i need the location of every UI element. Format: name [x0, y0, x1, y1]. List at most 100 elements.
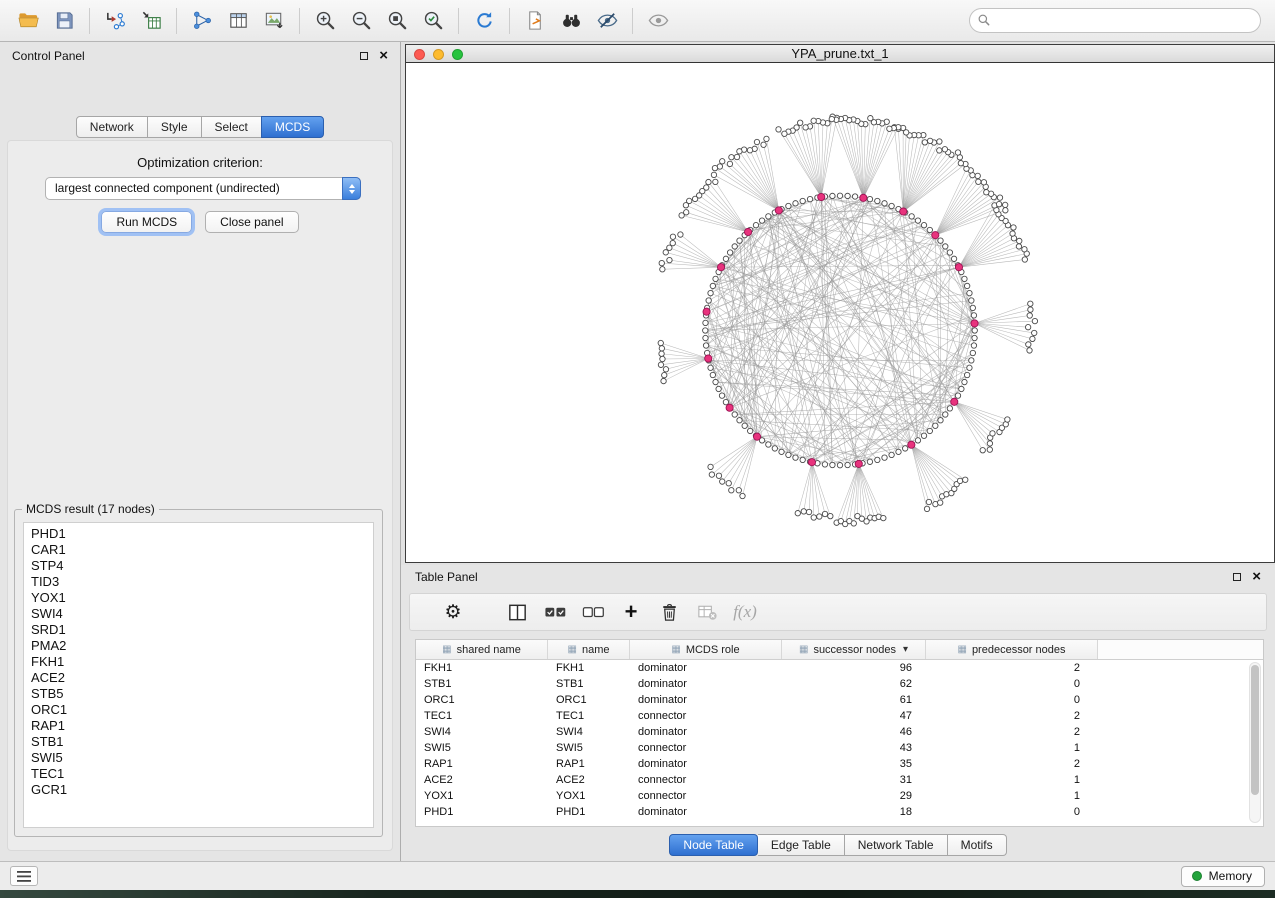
memory-button[interactable]: Memory: [1181, 866, 1265, 887]
run-mcds-button[interactable]: Run MCDS: [101, 211, 192, 233]
column-type-icon: ▦: [442, 645, 451, 655]
toolbar-separator: [458, 8, 459, 34]
tab-network[interactable]: Network: [76, 116, 148, 138]
status-menu-button[interactable]: [10, 866, 38, 886]
zoom-out-button[interactable]: [343, 6, 379, 36]
mcds-result-item[interactable]: STB1: [31, 734, 373, 750]
desktop-wallpaper-strip: [0, 890, 1275, 898]
table-delete-icon: [696, 601, 719, 624]
table-row[interactable]: STB1 STB1 dominator 62 0: [416, 676, 1263, 692]
column-header-name[interactable]: ▦ name: [548, 640, 630, 659]
select-value: largest connected component (undirected): [55, 181, 280, 195]
mcds-result-item[interactable]: RAP1: [31, 718, 373, 734]
mcds-result-item[interactable]: ORC1: [31, 702, 373, 718]
cell-mcds-role: dominator: [630, 806, 782, 818]
mcds-result-item[interactable]: SWI4: [31, 606, 373, 622]
mcds-result-item[interactable]: PMA2: [31, 638, 373, 654]
window-minimize-button[interactable]: [433, 49, 444, 60]
select-stepper-icon: [342, 177, 361, 200]
column-header-shared-name[interactable]: ▦ shared name: [416, 640, 548, 659]
mcds-result-item[interactable]: YOX1: [31, 590, 373, 606]
unselect-all-columns-button[interactable]: [574, 597, 612, 627]
window-maximize-button[interactable]: [452, 49, 463, 60]
tab-style[interactable]: Style: [148, 116, 202, 138]
save-icon: [53, 9, 76, 32]
mcds-result-item[interactable]: TEC1: [31, 766, 373, 782]
cell-name: FKH1: [548, 662, 630, 674]
save-session-button[interactable]: [46, 6, 82, 36]
mcds-result-item[interactable]: CAR1: [31, 542, 373, 558]
network-graph-svg[interactable]: [406, 64, 1274, 562]
table-row[interactable]: SWI4 SWI4 dominator 46 2: [416, 724, 1263, 740]
mcds-result-item[interactable]: GCR1: [31, 782, 373, 798]
zoom-selected-button[interactable]: [415, 6, 451, 36]
new-network-button[interactable]: [184, 6, 220, 36]
mcds-result-item[interactable]: TID3: [31, 574, 373, 590]
new-table-button[interactable]: [220, 6, 256, 36]
table-row[interactable]: ORC1 ORC1 dominator 61 0: [416, 692, 1263, 708]
mcds-result-item[interactable]: STP4: [31, 558, 373, 574]
create-column-button[interactable]: +: [612, 597, 650, 627]
toolbar-separator: [299, 8, 300, 34]
find-button[interactable]: [553, 6, 589, 36]
import-network-button[interactable]: [97, 6, 133, 36]
function-builder-button[interactable]: f(x): [726, 597, 764, 627]
sort-caret-icon: ▾: [903, 645, 908, 655]
cell-predecessor-nodes: 0: [926, 678, 1098, 690]
cell-shared-name: SWI5: [416, 742, 548, 754]
toggle-columns-button[interactable]: [498, 597, 536, 627]
close-table-panel-icon[interactable]: ×: [1252, 572, 1261, 582]
table-scrollbar[interactable]: [1249, 662, 1261, 823]
mcds-result-item[interactable]: SRD1: [31, 622, 373, 638]
select-all-columns-button[interactable]: [536, 597, 574, 627]
hide-details-button[interactable]: [589, 6, 625, 36]
optimization-criterion-select[interactable]: largest connected component (undirected): [45, 177, 361, 200]
table-row[interactable]: ACE2 ACE2 connector 31 1: [416, 772, 1263, 788]
tab-node-table[interactable]: Node Table: [669, 834, 758, 856]
mcds-result-item[interactable]: STB5: [31, 686, 373, 702]
columns-icon: [506, 601, 529, 624]
float-table-panel-icon[interactable]: [1233, 573, 1241, 581]
close-panel-button[interactable]: Close panel: [205, 211, 298, 233]
tab-motifs[interactable]: Motifs: [948, 834, 1007, 856]
network-canvas[interactable]: [406, 64, 1274, 562]
tab-mcds[interactable]: MCDS: [261, 116, 324, 138]
table-row[interactable]: PHD1 PHD1 dominator 18 0: [416, 804, 1263, 820]
network-window-titlebar[interactable]: YPA_prune.txt_1: [406, 45, 1274, 63]
tab-network-table[interactable]: Network Table: [845, 834, 948, 856]
mcds-result-item[interactable]: FKH1: [31, 654, 373, 670]
table-row[interactable]: SWI5 SWI5 connector 43 1: [416, 740, 1263, 756]
table-settings-button[interactable]: ⚙: [434, 597, 472, 627]
window-close-button[interactable]: [414, 49, 425, 60]
float-panel-icon[interactable]: [360, 52, 368, 60]
column-header-mcds-role[interactable]: ▦ MCDS role: [630, 640, 782, 659]
tab-select[interactable]: Select: [202, 116, 262, 138]
mcds-result-list[interactable]: PHD1CAR1STP4TID3YOX1SWI4SRD1PMA2FKH1ACE2…: [23, 522, 374, 828]
zoom-in-button[interactable]: [307, 6, 343, 36]
export-image-button[interactable]: [256, 6, 292, 36]
document-share-icon: [524, 9, 547, 32]
import-table-button[interactable]: [133, 6, 169, 36]
refresh-button[interactable]: [466, 6, 502, 36]
table-row[interactable]: FKH1 FKH1 dominator 96 2: [416, 660, 1263, 676]
delete-table-button[interactable]: [688, 597, 726, 627]
mcds-result-item[interactable]: ACE2: [31, 670, 373, 686]
column-header-successor-nodes[interactable]: ▦ successor nodes ▾: [782, 640, 926, 659]
open-session-button[interactable]: [10, 6, 46, 36]
scrollbar-thumb[interactable]: [1251, 665, 1259, 795]
cell-shared-name: PHD1: [416, 806, 548, 818]
cell-predecessor-nodes: 2: [926, 662, 1098, 674]
zoom-fit-button[interactable]: [379, 6, 415, 36]
table-row[interactable]: TEC1 TEC1 connector 47 2: [416, 708, 1263, 724]
close-panel-icon[interactable]: ×: [379, 51, 388, 61]
export-document-button[interactable]: [517, 6, 553, 36]
mcds-result-item[interactable]: SWI5: [31, 750, 373, 766]
column-header-predecessor-nodes[interactable]: ▦ predecessor nodes: [926, 640, 1098, 659]
delete-columns-button[interactable]: [650, 597, 688, 627]
tab-edge-table[interactable]: Edge Table: [758, 834, 845, 856]
search-input[interactable]: [969, 8, 1261, 33]
table-row[interactable]: RAP1 RAP1 dominator 35 2: [416, 756, 1263, 772]
show-details-button[interactable]: [640, 6, 676, 36]
mcds-result-item[interactable]: PHD1: [31, 526, 373, 542]
table-row[interactable]: YOX1 YOX1 connector 29 1: [416, 788, 1263, 804]
